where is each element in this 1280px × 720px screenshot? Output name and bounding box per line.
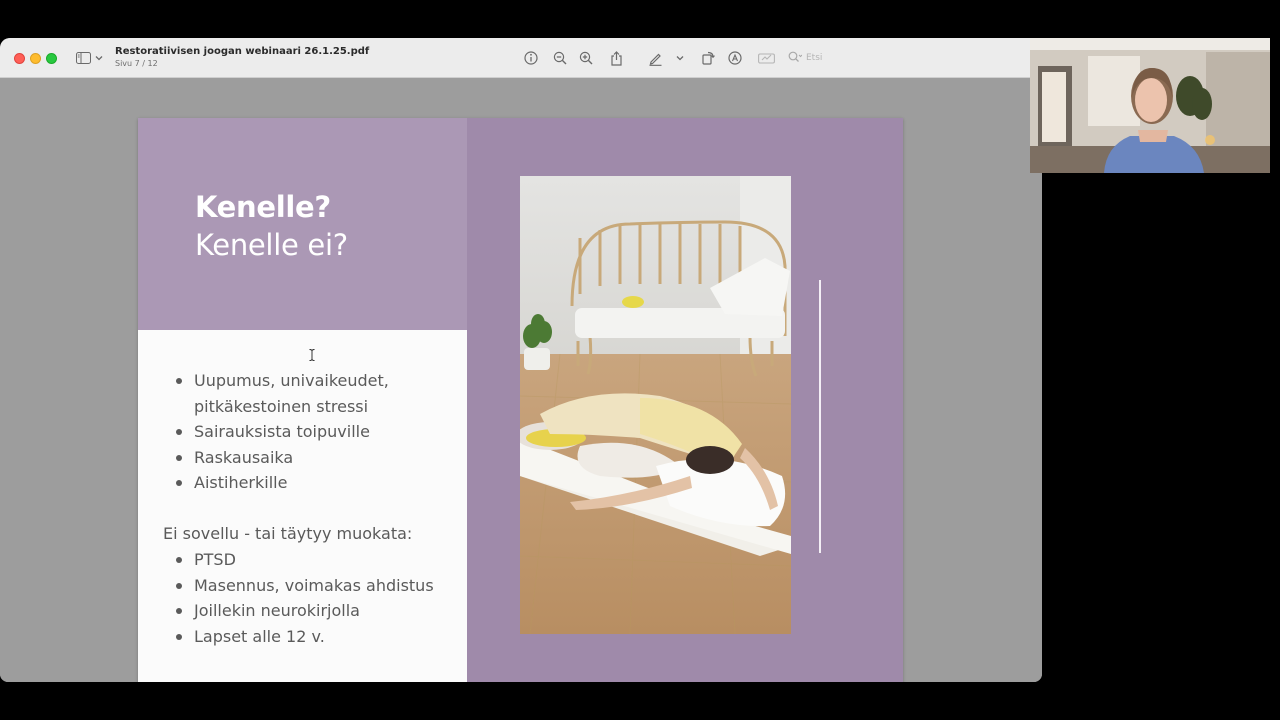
slide-page: Kenelle? Kenelle ei? Uupumus, univaikeud… (138, 118, 903, 682)
webcam-video (1030, 38, 1270, 173)
share-icon[interactable] (607, 48, 625, 68)
info-icon[interactable] (522, 48, 540, 68)
list-item: PTSD (176, 547, 434, 573)
markup-pen-icon[interactable] (646, 48, 664, 68)
not-suitable-heading: Ei sovellu - tai täytyy muokata: (163, 524, 413, 543)
chevron-down-icon[interactable] (675, 48, 685, 68)
title-bar: Restoratiivisen joogan webinaari 26.1.25… (0, 38, 1030, 78)
not-suitable-list: PTSD Masennus, voimakas ahdistus Joillek… (176, 547, 434, 650)
decorative-divider-line (819, 280, 821, 553)
slide-heading-bold: Kenelle? (195, 190, 331, 224)
list-item: Joillekin neurokirjolla (176, 598, 434, 624)
list-item: Uupumus, univaikeudet, (176, 368, 389, 394)
list-item: Aistiherkille (176, 470, 389, 496)
page-indicator: Sivu 7 / 12 (115, 59, 158, 68)
annotate-icon[interactable] (726, 48, 744, 68)
zoom-in-icon[interactable] (577, 48, 595, 68)
close-window-button[interactable] (14, 53, 25, 64)
list-item: Lapset alle 12 v. (176, 624, 434, 650)
list-item: Raskausaika (176, 445, 389, 471)
pdf-viewer-window: Restoratiivisen joogan webinaari 26.1.25… (0, 38, 1042, 682)
search-icon (788, 51, 803, 66)
text-cursor-icon (309, 346, 315, 361)
list-item: Masennus, voimakas ahdistus (176, 573, 434, 599)
search-field[interactable]: Etsi (788, 49, 888, 67)
minimize-window-button[interactable] (30, 53, 41, 64)
list-item-continuation: pitkäkestoinen stressi (194, 396, 369, 416)
search-placeholder: Etsi (806, 53, 823, 63)
slide-heading-regular: Kenelle ei? (195, 228, 348, 262)
document-title: Restoratiivisen joogan webinaari 26.1.25… (115, 46, 370, 57)
zoom-out-icon[interactable] (551, 48, 569, 68)
sidebar-icon[interactable] (74, 48, 92, 68)
list-item: Sairauksista toipuville (176, 419, 389, 445)
chevron-down-icon[interactable] (94, 48, 104, 68)
yoga-photo (520, 176, 791, 634)
rotate-icon[interactable] (699, 48, 717, 68)
suitable-list: Uupumus, univaikeudet, pitkäkestoinen st… (176, 368, 389, 496)
slide-heading-panel: Kenelle? Kenelle ei? (138, 118, 467, 330)
document-view[interactable]: Kenelle? Kenelle ei? Uupumus, univaikeud… (0, 78, 1042, 682)
form-icon[interactable] (756, 48, 776, 68)
maximize-window-button[interactable] (46, 53, 57, 64)
slide-text-panel: Uupumus, univaikeudet, pitkäkestoinen st… (138, 330, 467, 682)
